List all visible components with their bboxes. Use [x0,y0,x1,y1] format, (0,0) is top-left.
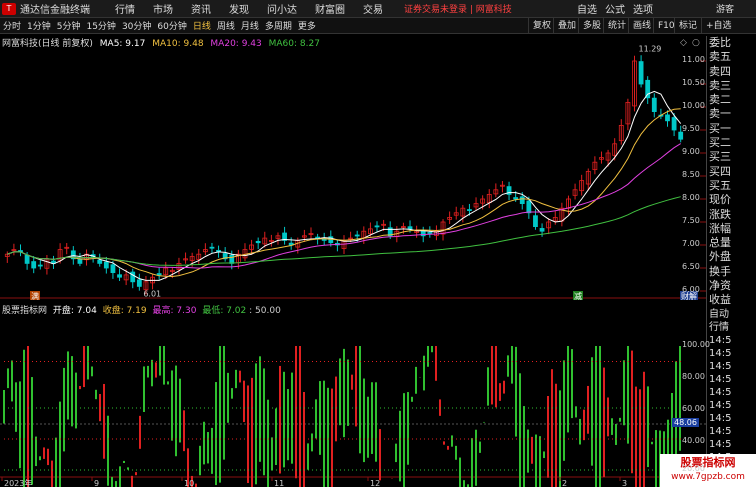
candle-body [37,264,43,267]
chart-option-icon: ○ [692,38,700,48]
price-axis-label: 10.00 [682,101,705,110]
date-label: 11 [274,479,284,487]
price-axis-label: 8.50 [682,170,700,179]
osc-axis-label: 20.00 [682,464,705,473]
side-panel-item: 卖二 [709,93,731,107]
candle-body [209,246,215,249]
candle-body [130,271,136,283]
side-panel-item: 卖三 [709,78,731,92]
candle-body [427,232,433,234]
side-panel-lower-item: 14:5 [709,438,732,450]
side-panel-item: 涨幅 [709,221,731,235]
side-panel-lower-item: 14:5 [709,334,732,346]
price-axis-label: 6.00 [682,285,700,294]
candle-body [103,261,109,269]
candle-body [467,209,472,211]
candle-body [374,225,380,228]
side-panel-item: 委比 [709,36,731,49]
side-panel-item: 现价 [709,193,731,207]
side-panel-item: 买三 [709,150,731,164]
candle-body [539,228,545,232]
side-panel-lower-item: 14:5 [709,425,732,437]
price-axis-label: 7.00 [682,239,700,248]
side-panel-lower-item: 14:5 [709,347,732,359]
date-label: 9 [94,479,99,487]
price-axis-label: 7.50 [682,216,700,225]
side-panel-item: 换手 [709,264,731,278]
osc-axis-label: 100.00 [682,340,710,349]
side-panel-lower-item: 14:5 [709,373,732,385]
candle-body [678,131,684,140]
side-panel-item: 卖一 [709,107,731,121]
side-panel-lower-item: 自动 [709,308,729,320]
candle-body [407,226,413,230]
side-panel-lower-item: 14:5 [709,360,732,372]
candle-body [645,79,651,99]
quote-side-panel: 委比 卖五 卖四 卖三 卖二 卖一 买一 买二 买三 买四 买五 现价 涨跌 涨幅 总量 外盘 换手 净资 收益 自动… [706,36,756,487]
candle-body [665,114,670,122]
side-panel-item: 涨跌 [709,207,731,221]
high-annotation: 11.29 [638,45,661,54]
candle-body [533,215,538,228]
candle-body [117,274,122,278]
date-label: 2 [562,479,567,487]
side-panel-item: 总量 [709,236,731,250]
tag-1: 满 [31,291,39,301]
candle-body [513,197,519,200]
side-panel-lower-item: 14:5 [709,386,732,398]
candle-body [354,234,360,237]
side-panel-lower-item: 14:5 [709,412,732,424]
candle-body [110,264,116,274]
chart-setting-icon: ◇ [680,38,687,48]
date-label: 10 [184,479,194,487]
side-panel-item: 买四 [709,164,731,178]
price-axis-label: 11.00 [682,55,705,64]
candle-body [24,254,30,264]
candle-body [31,261,37,269]
date-label: 12 [370,479,380,487]
side-panel-item: 净资 [709,279,731,293]
side-panel-item: 买二 [709,136,731,150]
candle-body [651,97,657,112]
price-axis-label: 6.50 [682,262,700,271]
osc-axis-label: 60.00 [682,404,705,413]
btn-add-watch[interactable]: +自选 [701,18,756,34]
app-window: T 通达信金融终端 行情 市场 资讯 发现 问小达 财富圈 交易 证券交易未登录… [0,0,756,487]
osc-current-value: 48.06 [672,418,699,427]
watermark-line2: www.7gpzb.com [671,472,745,482]
side-panel-item: 买五 [709,178,731,192]
candle-body [519,196,525,205]
side-panel-item: 外盘 [709,250,731,264]
date-label: 3 [622,479,627,487]
side-panel-lower-item: 14:5 [709,399,732,411]
candle-body [526,200,532,214]
side-panel-lower-item: 行情 [709,321,729,333]
low-annotation: 6.01 [143,290,161,299]
ma60-line [7,196,681,266]
candle-body [671,117,677,131]
price-axis-label: 8.00 [682,193,700,202]
side-panel-item: 卖四 [709,64,731,78]
side-panel-item: 卖五 [709,50,731,64]
candle-body [136,279,142,287]
side-panel-item: 买一 [709,121,731,135]
price-axis-label: 10.50 [682,78,705,87]
osc-axis-label: 80.00 [682,372,705,381]
candle-body [229,254,235,264]
watermark: 股票指标网 www.7gpzb.com [660,454,756,487]
candle-body [97,259,103,264]
candle-body [255,240,261,244]
osc-axis-label: 40.00 [682,436,705,445]
tag-2: 减 [574,291,582,301]
candle-body [638,61,644,85]
candle-body [77,258,83,264]
price-axis-label: 9.50 [682,124,700,133]
price-axis-label: 9.00 [682,147,700,156]
chart-canvas[interactable]: 11.296.01满减财解2023年 9 10 11 12 2 3◇ ○ [0,0,706,487]
date-label: 2023年 [4,478,32,487]
candle-body [156,273,162,276]
side-panel-item: 收益 [709,293,731,307]
user-label[interactable]: 游客 [716,2,734,15]
